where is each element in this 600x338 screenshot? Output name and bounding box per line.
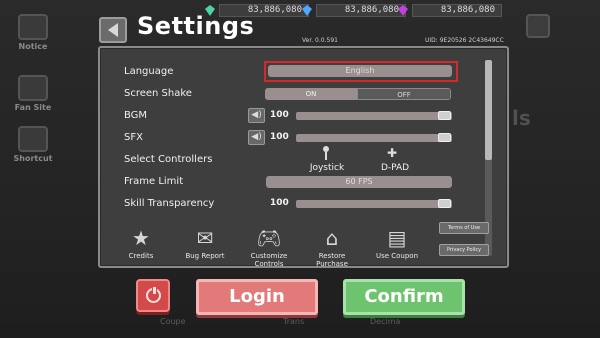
bgm-slider-knob[interactable] xyxy=(438,111,451,120)
joystick-icon[interactable] xyxy=(323,146,329,160)
currency-blue: 83,886,080 xyxy=(302,3,406,18)
notice-shortcut: Notice xyxy=(8,14,58,51)
sfx-slider[interactable] xyxy=(296,134,452,142)
bgm-value: 100 xyxy=(270,110,289,120)
uid-label: UID: 9E20526 2C43649CC xyxy=(425,37,504,44)
skill-transparency-slider-knob[interactable] xyxy=(438,199,451,208)
joystick-option[interactable]: Joystick xyxy=(302,163,352,173)
screen-shake-on-option[interactable]: ON xyxy=(265,88,357,100)
background-ghost-label: Decima xyxy=(370,317,401,326)
back-arrow-icon xyxy=(108,23,118,37)
bug-report-label: Bug Report xyxy=(185,252,225,260)
logout-power-button[interactable] xyxy=(136,279,170,312)
bgm-label: BGM xyxy=(124,110,148,121)
terms-of-use-button[interactable]: Terms of Use xyxy=(439,222,489,234)
gamepad-icon: 🎮︎ xyxy=(256,226,282,250)
language-dropdown[interactable]: English xyxy=(268,65,452,77)
sfx-speaker-icon[interactable]: ◀) xyxy=(248,130,265,145)
notice-label: Notice xyxy=(18,42,48,51)
login-button[interactable]: Login xyxy=(196,279,318,315)
bug-report-button[interactable]: ✉ Bug Report xyxy=(176,224,234,260)
privacy-policy-button[interactable]: Privacy Policy xyxy=(439,244,489,256)
background-ghost-label: Trans xyxy=(283,317,305,326)
use-coupon-label: Use Coupon xyxy=(375,252,419,260)
customize-controls-button[interactable]: 🎮︎ Customize Controls xyxy=(240,224,298,268)
fan-site-shortcut: Fan Site xyxy=(8,75,58,112)
bgm-speaker-icon[interactable]: ◀) xyxy=(248,108,265,123)
sfx-label: SFX xyxy=(124,132,143,143)
pause-icon xyxy=(526,14,550,38)
shortcut-icon xyxy=(18,126,48,152)
shop-basket-icon: ⌂ xyxy=(325,226,339,250)
confirm-button[interactable]: Confirm xyxy=(343,279,465,315)
frame-limit-label: Frame Limit xyxy=(124,176,184,187)
version-label: Ver. 0.0.591 xyxy=(302,37,338,44)
credits-button[interactable]: ★ Credits xyxy=(112,224,170,260)
purple-crystal-icon xyxy=(398,5,408,16)
bgm-slider[interactable] xyxy=(296,112,452,120)
restore-purchase-label: Restore Purchase xyxy=(316,252,348,268)
screen-shake-label: Screen Shake xyxy=(124,88,192,99)
background-ghost-text: ls xyxy=(512,106,531,130)
sfx-value: 100 xyxy=(270,132,289,142)
notice-icon xyxy=(18,14,48,40)
skill-transparency-value: 100 xyxy=(270,198,289,208)
star-icon: ★ xyxy=(132,226,150,250)
dpad-icon[interactable]: ✚ xyxy=(387,147,397,159)
coupon-icon: ▤ xyxy=(387,226,407,250)
skill-transparency-slider[interactable] xyxy=(296,200,452,208)
envelope-icon: ✉ xyxy=(196,226,214,250)
language-label: Language xyxy=(124,66,174,77)
dpad-option[interactable]: D-PAD xyxy=(372,163,418,173)
frame-limit-dropdown[interactable]: 60 FPS xyxy=(266,176,452,188)
power-icon xyxy=(145,286,161,303)
currency-amount: 83,886,080 xyxy=(412,4,502,17)
use-coupon-button[interactable]: ▤ Use Coupon xyxy=(368,224,426,260)
shortcut-label: Shortcut xyxy=(13,154,53,163)
fan-site-label: Fan Site xyxy=(14,103,52,112)
back-button[interactable] xyxy=(99,17,127,43)
scrollbar-thumb[interactable] xyxy=(485,60,492,160)
currency-amount: 83,886,080 xyxy=(316,4,406,17)
customize-controls-label: Customize Controls xyxy=(250,252,288,268)
skill-transparency-label: Skill Transparency xyxy=(124,198,215,209)
fan-site-icon xyxy=(18,75,48,101)
restore-purchase-button[interactable]: ⌂ Restore Purchase xyxy=(303,224,361,268)
blue-diamond-icon xyxy=(302,5,312,16)
select-controllers-label: Select Controllers xyxy=(124,154,213,165)
screen-shake-toggle: ON OFF xyxy=(265,88,451,100)
screen-shake-off-option[interactable]: OFF xyxy=(357,88,451,100)
sfx-slider-knob[interactable] xyxy=(438,133,451,142)
shortcut-shortcut: Shortcut xyxy=(8,126,58,163)
currency-purple: 83,886,080 xyxy=(398,3,502,18)
page-title: Settings xyxy=(137,12,255,40)
credits-label: Credits xyxy=(128,252,154,260)
background-ghost-label: Coupe xyxy=(160,317,186,326)
